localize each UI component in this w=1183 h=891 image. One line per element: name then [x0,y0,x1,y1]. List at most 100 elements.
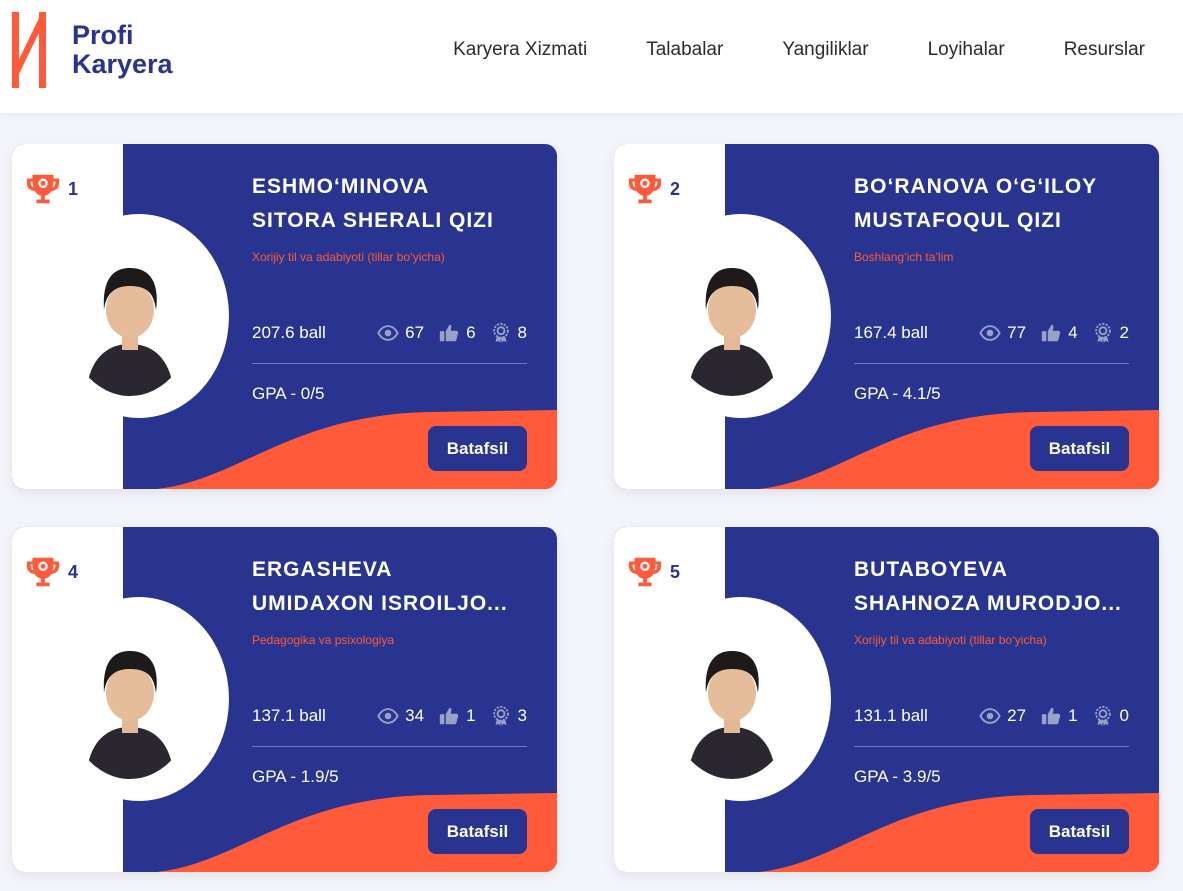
views-count: 77 [1007,323,1027,342]
awards-stat: 0 [1092,705,1129,727]
details-button[interactable]: Batafsil [428,426,527,471]
student-name-line2: UMIDAXON ISROILJO... [252,592,508,615]
rank-badge: 2 [626,170,680,208]
student-name[interactable]: ERGASHEVA UMIDAXON ISROILJO... [252,553,537,621]
student-name-line2: MUSTAFOQUL QIZI [854,209,1062,232]
nav-item-talabalar[interactable]: Talabalar [646,38,723,62]
rank-badge: 5 [626,553,680,591]
likes-stat[interactable]: 4 [1040,322,1078,344]
details-button[interactable]: Batafsil [428,809,527,854]
rank-number: 5 [670,561,681,582]
student-photo[interactable] [68,631,192,779]
student-major: Xorijiy til va adabiyoti (tillar bo‘yich… [252,250,445,264]
ball-score: 167.4 ball [854,323,928,342]
ball-score: 131.1 ball [854,706,928,725]
student-card: 2 BO‘RANOVA O‘G‘ILOY MUSTAFOQUL QIZI Bos… [614,144,1159,489]
nav-item-karyera-xizmati[interactable]: Karyera Xizmati [453,38,587,62]
gpa-value: GPA - 0/5 [252,384,325,403]
views-count: 27 [1007,706,1027,725]
views-stat: 77 [979,322,1026,344]
nav-item-loyihalar[interactable]: Loyihalar [928,38,1005,62]
trophy-icon [24,170,62,208]
nav-item-yangiliklar[interactable]: Yangiliklar [782,38,868,62]
student-major: Boshlang‘ich ta’lim [854,250,954,264]
student-major: Xorijiy til va adabiyoti (tillar bo‘yich… [854,633,1047,647]
logo-text-line2: Karyera [72,49,173,79]
student-photo[interactable] [670,248,794,396]
student-stats: 131.1 ball 27 1 0 [854,705,1129,727]
award-icon [490,322,512,344]
thumbs-up-icon [1040,705,1062,727]
awards-stat: 8 [490,322,527,344]
rank-badge: 1 [24,170,78,208]
student-name[interactable]: ESHMO‘MINOVA SITORA SHERALI QIZI [252,170,537,238]
rank-number: 4 [68,561,79,582]
divider [252,363,527,364]
trophy-icon [626,170,664,208]
views-stat: 27 [979,705,1026,727]
views-stat: 67 [377,322,424,344]
likes-stat[interactable]: 6 [438,322,476,344]
student-name-line2: SITORA SHERALI QIZI [252,209,494,232]
student-name-line1: ESHMO‘MINOVA [252,175,430,198]
gpa-value: GPA - 1.9/5 [252,767,339,786]
trophy-icon [626,553,664,591]
nav-item-resurslar[interactable]: Resurslar [1064,38,1145,62]
student-name-line1: BUTABOYEVA [854,558,1008,581]
logo-text-line1: Profi [72,20,134,50]
thumbs-up-icon [1040,322,1062,344]
student-stats: 137.1 ball 34 1 3 [252,705,527,727]
views-count: 67 [405,323,425,342]
details-button[interactable]: Batafsil [1030,809,1129,854]
student-photo[interactable] [68,248,192,396]
student-photo[interactable] [670,631,794,779]
award-icon [1092,705,1114,727]
awards-count: 8 [517,323,527,342]
student-name-line1: BO‘RANOVA O‘G‘ILOY [854,175,1098,198]
site-header: Profi Karyera Karyera Xizmati Talabalar … [0,0,1183,113]
likes-stat[interactable]: 1 [1040,705,1078,727]
eye-icon [979,705,1001,727]
awards-count: 2 [1119,323,1129,342]
divider [854,363,1129,364]
ball-score: 137.1 ball [252,706,326,725]
trophy-icon [24,553,62,591]
likes-count: 4 [1068,323,1078,342]
thumbs-up-icon [438,705,460,727]
main-nav: Karyera Xizmati Talabalar Yangiliklar Lo… [453,38,1145,62]
student-name[interactable]: BO‘RANOVA O‘G‘ILOY MUSTAFOQUL QIZI [854,170,1139,238]
details-button[interactable]: Batafsil [1030,426,1129,471]
student-name[interactable]: BUTABOYEVA SHAHNOZA MURODJO... [854,553,1139,621]
student-stats: 207.6 ball 67 6 8 [252,322,527,344]
thumbs-up-icon [438,322,460,344]
likes-count: 6 [466,323,476,342]
views-count: 34 [405,706,425,725]
divider [854,746,1129,747]
rank-badge: 4 [24,553,78,591]
award-icon [490,705,512,727]
student-card: 5 BUTABOYEVA SHAHNOZA MURODJO... Xorijiy… [614,527,1159,872]
logo-text: Profi Karyera [72,21,173,79]
rank-number: 2 [670,178,681,199]
likes-count: 1 [466,706,476,725]
student-card: 1 ESHMO‘MINOVA SITORA SHERALI QIZI Xorij… [12,144,557,489]
ball-score: 207.6 ball [252,323,326,342]
eye-icon [377,705,399,727]
eye-icon [377,322,399,344]
student-stats: 167.4 ball 77 4 2 [854,322,1129,344]
logo[interactable]: Profi Karyera [12,12,173,88]
eye-icon [979,322,1001,344]
student-name-line2: SHAHNOZA MURODJO... [854,592,1122,615]
gpa-value: GPA - 3.9/5 [854,767,941,786]
gpa-value: GPA - 4.1/5 [854,384,941,403]
rank-number: 1 [68,178,79,199]
logo-mark-icon [12,12,46,88]
student-major: Pedagogika va psixologiya [252,633,395,647]
award-icon [1092,322,1114,344]
divider [252,746,527,747]
awards-count: 0 [1119,706,1129,725]
awards-stat: 3 [490,705,527,727]
awards-stat: 2 [1092,322,1129,344]
student-name-line1: ERGASHEVA [252,558,393,581]
likes-stat[interactable]: 1 [438,705,476,727]
